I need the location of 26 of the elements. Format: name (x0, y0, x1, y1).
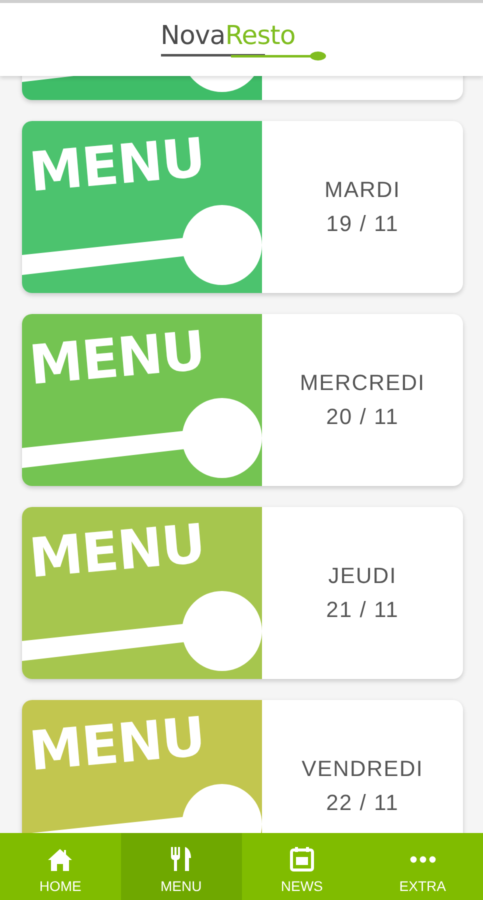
more-icon (410, 856, 436, 863)
date-label: 22 / 11 (326, 790, 399, 816)
day-label: JEUDI (328, 563, 397, 589)
menu-card[interactable]: MENU MERCREDI 20 / 11 (22, 314, 463, 486)
date-label: 19 / 11 (326, 211, 399, 237)
spoon-icon (22, 205, 262, 285)
spoon-icon (22, 591, 262, 671)
banner-title: MENU (26, 128, 207, 203)
fork-knife-icon (170, 846, 192, 872)
menu-card[interactable]: MENU JEUDI 21 / 11 (22, 507, 463, 679)
spoon-underline-icon (160, 50, 326, 60)
day-label: VENDREDI (302, 756, 424, 782)
day-label: MARDI (324, 177, 400, 203)
home-icon (47, 848, 74, 872)
logo-text: Nova (160, 20, 226, 50)
banner-title: MENU (26, 706, 207, 782)
banner-title: MENU (26, 514, 207, 589)
calendar-icon (290, 846, 314, 872)
banner-title: MENU (26, 320, 207, 396)
spoon-icon (22, 398, 262, 478)
date-label: 20 / 11 (326, 404, 399, 430)
menu-card[interactable]: MENU MARDI 19 / 11 (22, 121, 463, 293)
logo-text: Resto (225, 20, 296, 50)
menu-card[interactable]: MENU VENDREDI 22 / 11 (22, 700, 463, 833)
date-label: 21 / 11 (326, 597, 399, 623)
day-label: MERCREDI (300, 370, 426, 396)
